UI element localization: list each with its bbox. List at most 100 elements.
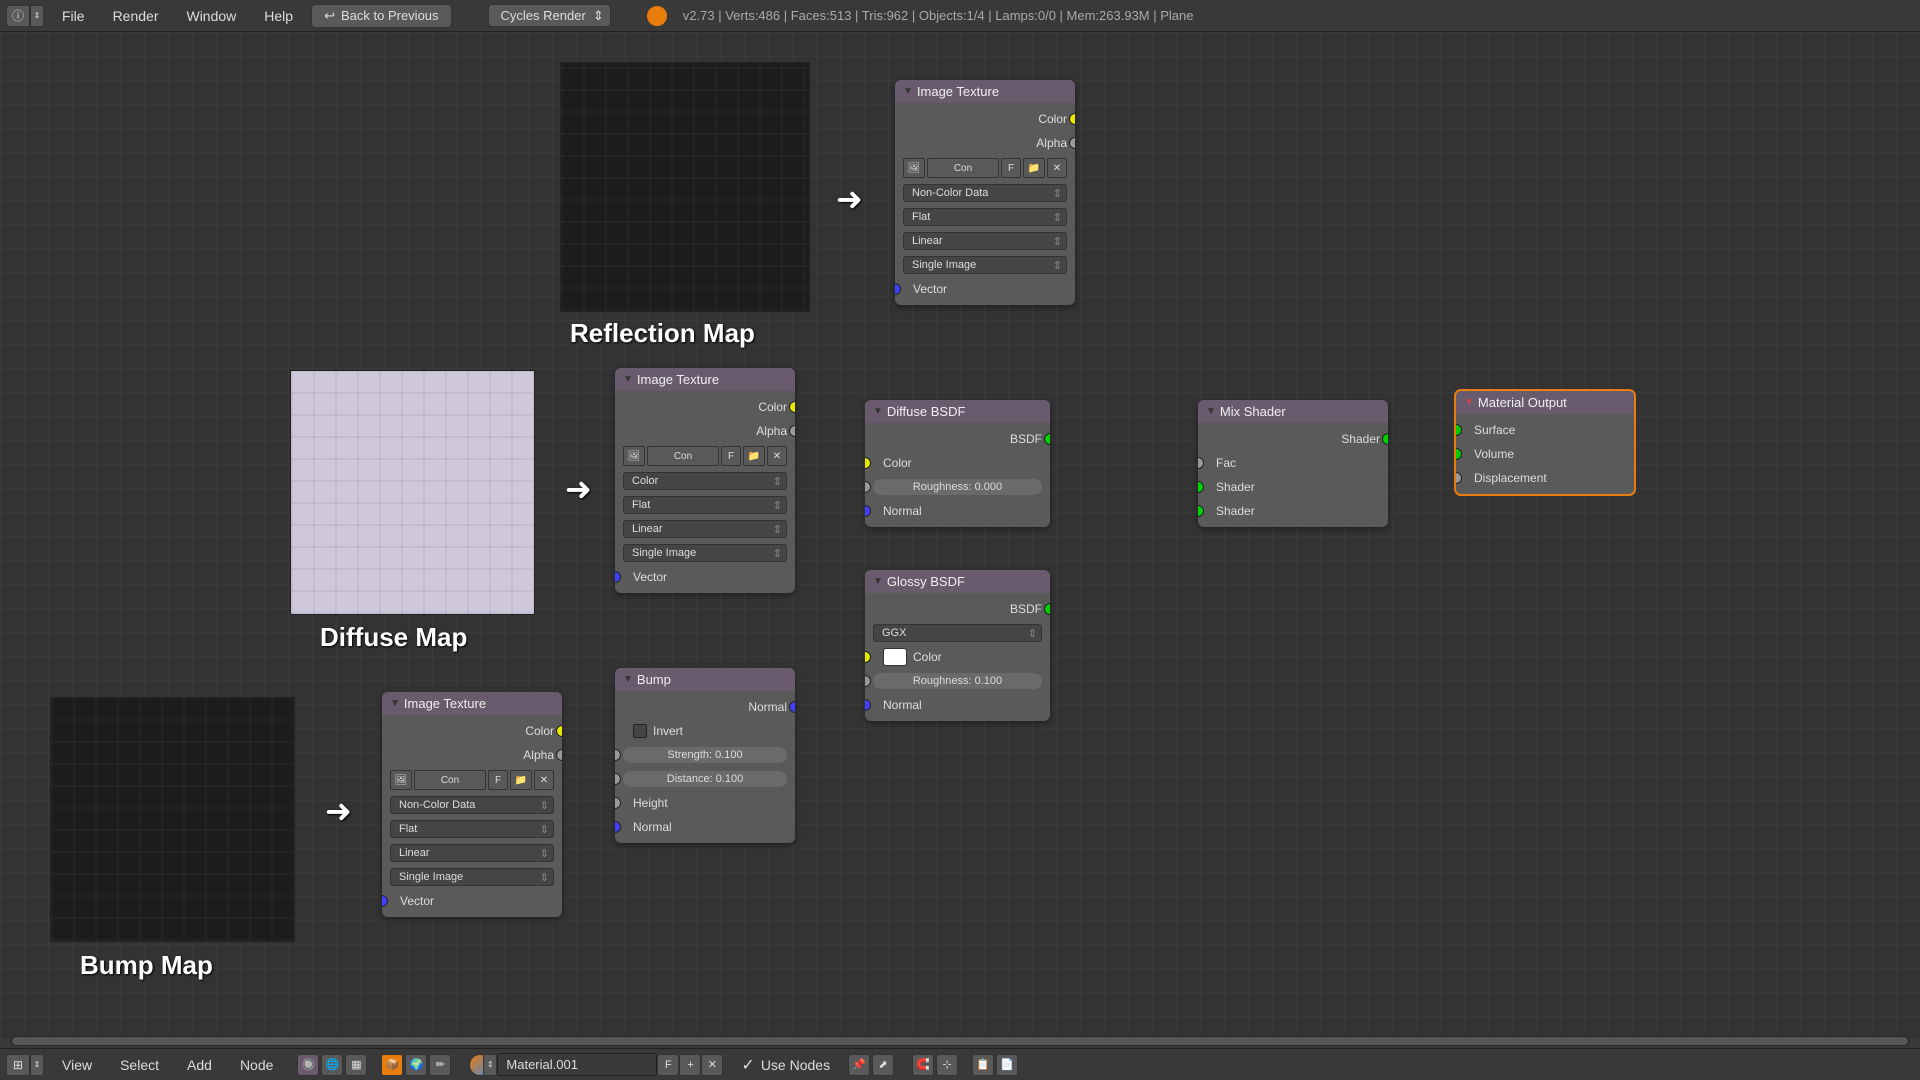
image-browse-icon[interactable]: 🖼 bbox=[623, 446, 645, 466]
color-swatch[interactable] bbox=[883, 648, 907, 666]
socket-shader-in[interactable] bbox=[1198, 505, 1204, 517]
socket-bsdf-out[interactable] bbox=[1044, 603, 1050, 615]
menu-view[interactable]: View bbox=[52, 1057, 102, 1073]
socket-color-out[interactable] bbox=[1069, 113, 1075, 125]
colorspace-select[interactable]: Non-Color Data bbox=[390, 796, 554, 814]
node-mix-shader[interactable]: ▼Mix Shader Shader Fac Shader Shader bbox=[1198, 400, 1388, 527]
menu-add[interactable]: Add bbox=[177, 1057, 222, 1073]
menu-node[interactable]: Node bbox=[230, 1057, 283, 1073]
tree-type-shader-icon[interactable]: 📦 bbox=[381, 1054, 403, 1076]
shader-type-world-icon[interactable]: 🌐 bbox=[321, 1054, 343, 1076]
node-image-texture-reflection[interactable]: ▼Image Texture Color Alpha 🖼 Con F 📁 ✕ N… bbox=[895, 80, 1075, 305]
socket-color-in[interactable] bbox=[865, 651, 871, 663]
interpolation-select[interactable]: Linear bbox=[390, 844, 554, 862]
menu-file[interactable]: File bbox=[52, 8, 95, 24]
image-browse-icon[interactable]: 🖼 bbox=[390, 770, 412, 790]
open-image-icon[interactable]: 📁 bbox=[510, 770, 532, 790]
open-image-icon[interactable]: 📁 bbox=[1023, 158, 1045, 178]
menu-window[interactable]: Window bbox=[176, 8, 246, 24]
socket-roughness-in[interactable] bbox=[865, 481, 871, 493]
fake-user-button[interactable]: F bbox=[1001, 158, 1021, 178]
socket-distance-in[interactable] bbox=[615, 773, 621, 785]
node-header[interactable]: ▼Material Output bbox=[1456, 391, 1634, 414]
image-name-field[interactable]: Con bbox=[647, 446, 719, 466]
socket-displacement-in[interactable] bbox=[1455, 472, 1462, 484]
interpolation-select[interactable]: Linear bbox=[623, 520, 787, 538]
info-icon[interactable]: ⓘ bbox=[6, 5, 30, 27]
distribution-select[interactable]: GGX bbox=[873, 624, 1042, 642]
distance-field[interactable]: Distance: 0.100 bbox=[623, 771, 787, 787]
socket-height-in[interactable] bbox=[615, 797, 621, 809]
render-engine-select[interactable]: Cycles Render bbox=[488, 4, 611, 27]
tree-type-texture-icon[interactable]: ✏ bbox=[429, 1054, 451, 1076]
invert-checkbox[interactable] bbox=[633, 724, 647, 738]
image-browse-icon[interactable]: 🖼 bbox=[903, 158, 925, 178]
node-editor-canvas[interactable]: Reflection Map Diffuse Map Bump Map ➜ ➜ … bbox=[0, 32, 1920, 1038]
editor-type-dropdown[interactable]: ⇕ bbox=[30, 1054, 44, 1076]
source-select[interactable]: Single Image bbox=[903, 256, 1067, 274]
socket-vector-in[interactable] bbox=[615, 571, 621, 583]
interpolation-select[interactable]: Linear bbox=[903, 232, 1067, 250]
go-parent-icon[interactable]: ⬈ bbox=[872, 1054, 894, 1076]
projection-select[interactable]: Flat bbox=[623, 496, 787, 514]
node-header[interactable]: ▼Image Texture bbox=[615, 368, 795, 391]
socket-shader-out[interactable] bbox=[1382, 433, 1388, 445]
fake-user-button[interactable]: F bbox=[657, 1054, 679, 1076]
socket-fac-in[interactable] bbox=[1198, 457, 1204, 469]
socket-vector-in[interactable] bbox=[382, 895, 388, 907]
back-to-previous-button[interactable]: ↩ Back to Previous bbox=[311, 4, 451, 28]
scrollbar-thumb[interactable] bbox=[12, 1037, 1908, 1045]
socket-shader-in[interactable] bbox=[1198, 481, 1204, 493]
socket-volume-in[interactable] bbox=[1455, 448, 1462, 460]
pin-icon[interactable]: 📌 bbox=[848, 1054, 870, 1076]
node-diffuse-bsdf[interactable]: ▼Diffuse BSDF BSDF Color Roughness: 0.00… bbox=[865, 400, 1050, 527]
socket-alpha-out[interactable] bbox=[556, 749, 562, 761]
socket-bsdf-out[interactable] bbox=[1044, 433, 1050, 445]
node-header[interactable]: ▼Bump bbox=[615, 668, 795, 691]
source-select[interactable]: Single Image bbox=[623, 544, 787, 562]
socket-alpha-out[interactable] bbox=[789, 425, 795, 437]
socket-surface-in[interactable] bbox=[1455, 424, 1462, 436]
socket-color-out[interactable] bbox=[556, 725, 562, 737]
fake-user-button[interactable]: F bbox=[488, 770, 508, 790]
projection-select[interactable]: Flat bbox=[390, 820, 554, 838]
node-glossy-bsdf[interactable]: ▼Glossy BSDF BSDF GGX Color Roughness: 0… bbox=[865, 570, 1050, 721]
socket-roughness-in[interactable] bbox=[865, 675, 871, 687]
node-image-texture-bump[interactable]: ▼Image Texture Color Alpha 🖼 Con F 📁 ✕ N… bbox=[382, 692, 562, 917]
roughness-field[interactable]: Roughness: 0.000 bbox=[873, 479, 1042, 495]
copy-nodes-icon[interactable]: 📋 bbox=[972, 1054, 994, 1076]
use-nodes-checkbox[interactable]: ✓ bbox=[741, 1055, 754, 1075]
tree-type-compositor-icon[interactable]: 🌍 bbox=[405, 1054, 427, 1076]
snap-element-icon[interactable]: ⊹ bbox=[936, 1054, 958, 1076]
strength-field[interactable]: Strength: 0.100 bbox=[623, 747, 787, 763]
socket-vector-in[interactable] bbox=[895, 283, 901, 295]
node-image-texture-diffuse[interactable]: ▼Image Texture Color Alpha 🖼 Con F 📁 ✕ C… bbox=[615, 368, 795, 593]
fake-user-button[interactable]: F bbox=[721, 446, 741, 466]
node-header[interactable]: ▼Image Texture bbox=[382, 692, 562, 715]
editor-type-dropdown[interactable]: ⇕ bbox=[30, 5, 44, 27]
unlink-material-icon[interactable]: ✕ bbox=[701, 1054, 723, 1076]
projection-select[interactable]: Flat bbox=[903, 208, 1067, 226]
socket-normal-out[interactable] bbox=[789, 701, 795, 713]
material-name-input[interactable] bbox=[497, 1053, 657, 1076]
material-dropdown[interactable]: ⇕ bbox=[483, 1054, 497, 1076]
node-bump[interactable]: ▼Bump Normal Invert Strength: 0.100 Dist… bbox=[615, 668, 795, 843]
socket-color-in[interactable] bbox=[865, 457, 871, 469]
unlink-icon[interactable]: ✕ bbox=[1047, 158, 1067, 178]
node-editor-icon[interactable]: ⊞ bbox=[6, 1054, 30, 1076]
socket-alpha-out[interactable] bbox=[1069, 137, 1075, 149]
shader-type-object-icon[interactable]: 🔘 bbox=[297, 1054, 319, 1076]
node-header[interactable]: ▼Image Texture bbox=[895, 80, 1075, 103]
socket-strength-in[interactable] bbox=[615, 749, 621, 761]
paste-nodes-icon[interactable]: 📄 bbox=[996, 1054, 1018, 1076]
node-header[interactable]: ▼Diffuse BSDF bbox=[865, 400, 1050, 423]
socket-normal-in[interactable] bbox=[865, 505, 871, 517]
unlink-icon[interactable]: ✕ bbox=[767, 446, 787, 466]
open-image-icon[interactable]: 📁 bbox=[743, 446, 765, 466]
colorspace-select[interactable]: Color bbox=[623, 472, 787, 490]
menu-render[interactable]: Render bbox=[103, 8, 169, 24]
node-header[interactable]: ▼Mix Shader bbox=[1198, 400, 1388, 423]
source-select[interactable]: Single Image bbox=[390, 868, 554, 886]
socket-normal-in[interactable] bbox=[865, 699, 871, 711]
new-material-icon[interactable]: + bbox=[679, 1054, 701, 1076]
